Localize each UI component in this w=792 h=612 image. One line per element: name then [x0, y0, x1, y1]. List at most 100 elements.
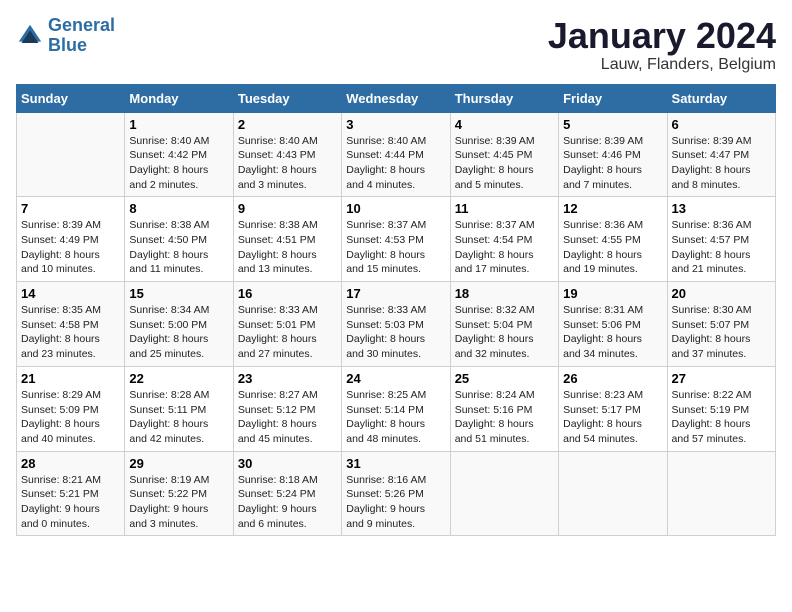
calendar-cell: 13 Sunrise: 8:36 AM Sunset: 4:57 PM Dayli…	[667, 197, 775, 282]
day-info: Sunrise: 8:32 AM Sunset: 5:04 PM Dayligh…	[455, 303, 554, 362]
day-info: Sunrise: 8:27 AM Sunset: 5:12 PM Dayligh…	[238, 388, 337, 447]
day-info: Sunrise: 8:24 AM Sunset: 5:16 PM Dayligh…	[455, 388, 554, 447]
header-day-sunday: Sunday	[17, 84, 125, 112]
day-info: Sunrise: 8:34 AM Sunset: 5:00 PM Dayligh…	[129, 303, 228, 362]
header-day-wednesday: Wednesday	[342, 84, 450, 112]
calendar-cell: 9Sunrise: 8:38 AM Sunset: 4:51 PM Daylig…	[233, 197, 341, 282]
title-block: January 2024 Lauw, Flanders, Belgium	[548, 16, 776, 74]
location: Lauw, Flanders, Belgium	[548, 56, 776, 74]
day-number: 19	[563, 286, 662, 301]
day-info: Sunrise: 8:31 AM Sunset: 5:06 PM Dayligh…	[563, 303, 662, 362]
day-info: Sunrise: 8:40 AM Sunset: 4:42 PM Dayligh…	[129, 134, 228, 193]
day-number: 17	[346, 286, 445, 301]
day-info: Sunrise: 8:37 AM Sunset: 4:53 PM Dayligh…	[346, 218, 445, 277]
calendar-cell: 14 Sunrise: 8:35 AM Sunset: 4:58 PM Dayli…	[17, 282, 125, 367]
day-number: 7	[21, 201, 120, 216]
day-info: Sunrise: 8:29 AM Sunset: 5:09 PM Dayligh…	[21, 388, 120, 447]
calendar-cell: 6 Sunrise: 8:39 AM Sunset: 4:47 PM Daylig…	[667, 112, 775, 197]
calendar-week-2: 14 Sunrise: 8:35 AM Sunset: 4:58 PM Dayli…	[17, 282, 776, 367]
day-number: 16	[238, 286, 337, 301]
calendar-cell: 12 Sunrise: 8:36 AM Sunset: 4:55 PM Dayli…	[559, 197, 667, 282]
day-info: Sunrise: 8:33 AM Sunset: 5:01 PM Dayligh…	[238, 303, 337, 362]
day-info: Sunrise: 8:36 AM Sunset: 4:55 PM Dayligh…	[563, 218, 662, 277]
calendar-week-0: 1 Sunrise: 8:40 AM Sunset: 4:42 PM Daylig…	[17, 112, 776, 197]
calendar-cell: 25Sunrise: 8:24 AM Sunset: 5:16 PM Dayli…	[450, 366, 558, 451]
calendar-cell	[667, 451, 775, 536]
calendar-cell: 2 Sunrise: 8:40 AM Sunset: 4:43 PM Daylig…	[233, 112, 341, 197]
header-day-tuesday: Tuesday	[233, 84, 341, 112]
day-number: 30	[238, 456, 337, 471]
calendar-cell	[559, 451, 667, 536]
calendar-cell: 18Sunrise: 8:32 AM Sunset: 5:04 PM Dayli…	[450, 282, 558, 367]
day-number: 3	[346, 117, 445, 132]
calendar-cell: 28Sunrise: 8:21 AM Sunset: 5:21 PM Dayli…	[17, 451, 125, 536]
calendar-cell: 17 Sunrise: 8:33 AM Sunset: 5:03 PM Dayli…	[342, 282, 450, 367]
calendar-week-4: 28Sunrise: 8:21 AM Sunset: 5:21 PM Dayli…	[17, 451, 776, 536]
day-number: 26	[563, 371, 662, 386]
day-info: Sunrise: 8:33 AM Sunset: 5:03 PM Dayligh…	[346, 303, 445, 362]
calendar-cell: 31 Sunrise: 8:16 AM Sunset: 5:26 PM Dayli…	[342, 451, 450, 536]
day-info: Sunrise: 8:25 AM Sunset: 5:14 PM Dayligh…	[346, 388, 445, 447]
calendar-cell: 15 Sunrise: 8:34 AM Sunset: 5:00 PM Dayli…	[125, 282, 233, 367]
day-info: Sunrise: 8:40 AM Sunset: 4:43 PM Dayligh…	[238, 134, 337, 193]
day-info: Sunrise: 8:36 AM Sunset: 4:57 PM Dayligh…	[672, 218, 771, 277]
day-number: 31	[346, 456, 445, 471]
header-day-monday: Monday	[125, 84, 233, 112]
logo-text: General Blue	[48, 16, 115, 56]
logo-icon	[16, 22, 44, 50]
calendar-cell: 27 Sunrise: 8:22 AM Sunset: 5:19 PM Dayli…	[667, 366, 775, 451]
day-number: 13	[672, 201, 771, 216]
day-info: Sunrise: 8:35 AM Sunset: 4:58 PM Dayligh…	[21, 303, 120, 362]
calendar-cell: 21 Sunrise: 8:29 AM Sunset: 5:09 PM Dayli…	[17, 366, 125, 451]
day-info: Sunrise: 8:22 AM Sunset: 5:19 PM Dayligh…	[672, 388, 771, 447]
day-number: 10	[346, 201, 445, 216]
calendar-cell: 11Sunrise: 8:37 AM Sunset: 4:54 PM Dayli…	[450, 197, 558, 282]
day-info: Sunrise: 8:39 AM Sunset: 4:45 PM Dayligh…	[455, 134, 554, 193]
day-number: 8	[129, 201, 228, 216]
calendar-cell: 10 Sunrise: 8:37 AM Sunset: 4:53 PM Dayli…	[342, 197, 450, 282]
day-number: 12	[563, 201, 662, 216]
calendar-cell: 4 Sunrise: 8:39 AM Sunset: 4:45 PM Daylig…	[450, 112, 558, 197]
day-number: 2	[238, 117, 337, 132]
calendar-cell: 19 Sunrise: 8:31 AM Sunset: 5:06 PM Dayli…	[559, 282, 667, 367]
day-number: 1	[129, 117, 228, 132]
day-number: 6	[672, 117, 771, 132]
day-info: Sunrise: 8:18 AM Sunset: 5:24 PM Dayligh…	[238, 473, 337, 532]
calendar-cell: 3Sunrise: 8:40 AM Sunset: 4:44 PM Daylig…	[342, 112, 450, 197]
day-info: Sunrise: 8:30 AM Sunset: 5:07 PM Dayligh…	[672, 303, 771, 362]
calendar-cell: 29 Sunrise: 8:19 AM Sunset: 5:22 PM Dayli…	[125, 451, 233, 536]
calendar-cell: 7 Sunrise: 8:39 AM Sunset: 4:49 PM Daylig…	[17, 197, 125, 282]
month-title: January 2024	[548, 16, 776, 56]
calendar-cell	[17, 112, 125, 197]
calendar-cell: 20 Sunrise: 8:30 AM Sunset: 5:07 PM Dayli…	[667, 282, 775, 367]
header-row: SundayMondayTuesdayWednesdayThursdayFrid…	[17, 84, 776, 112]
day-number: 21	[21, 371, 120, 386]
calendar-cell: 5Sunrise: 8:39 AM Sunset: 4:46 PM Daylig…	[559, 112, 667, 197]
day-number: 29	[129, 456, 228, 471]
calendar-cell: 16 Sunrise: 8:33 AM Sunset: 5:01 PM Dayli…	[233, 282, 341, 367]
calendar-body: 1 Sunrise: 8:40 AM Sunset: 4:42 PM Daylig…	[17, 112, 776, 536]
day-number: 20	[672, 286, 771, 301]
calendar-table: SundayMondayTuesdayWednesdayThursdayFrid…	[16, 84, 776, 537]
day-number: 24	[346, 371, 445, 386]
day-number: 4	[455, 117, 554, 132]
day-number: 11	[455, 201, 554, 216]
day-info: Sunrise: 8:19 AM Sunset: 5:22 PM Dayligh…	[129, 473, 228, 532]
logo-line2: Blue	[48, 35, 87, 55]
calendar-cell: 26 Sunrise: 8:23 AM Sunset: 5:17 PM Dayli…	[559, 366, 667, 451]
calendar-cell: 1 Sunrise: 8:40 AM Sunset: 4:42 PM Daylig…	[125, 112, 233, 197]
day-info: Sunrise: 8:38 AM Sunset: 4:50 PM Dayligh…	[129, 218, 228, 277]
day-number: 15	[129, 286, 228, 301]
logo: General Blue	[16, 16, 115, 56]
day-number: 27	[672, 371, 771, 386]
calendar-cell	[450, 451, 558, 536]
calendar-week-1: 7 Sunrise: 8:39 AM Sunset: 4:49 PM Daylig…	[17, 197, 776, 282]
calendar-cell: 24 Sunrise: 8:25 AM Sunset: 5:14 PM Dayli…	[342, 366, 450, 451]
day-info: Sunrise: 8:23 AM Sunset: 5:17 PM Dayligh…	[563, 388, 662, 447]
calendar-cell: 8 Sunrise: 8:38 AM Sunset: 4:50 PM Daylig…	[125, 197, 233, 282]
day-info: Sunrise: 8:39 AM Sunset: 4:49 PM Dayligh…	[21, 218, 120, 277]
day-info: Sunrise: 8:16 AM Sunset: 5:26 PM Dayligh…	[346, 473, 445, 532]
day-number: 14	[21, 286, 120, 301]
day-info: Sunrise: 8:39 AM Sunset: 4:46 PM Dayligh…	[563, 134, 662, 193]
day-info: Sunrise: 8:39 AM Sunset: 4:47 PM Dayligh…	[672, 134, 771, 193]
